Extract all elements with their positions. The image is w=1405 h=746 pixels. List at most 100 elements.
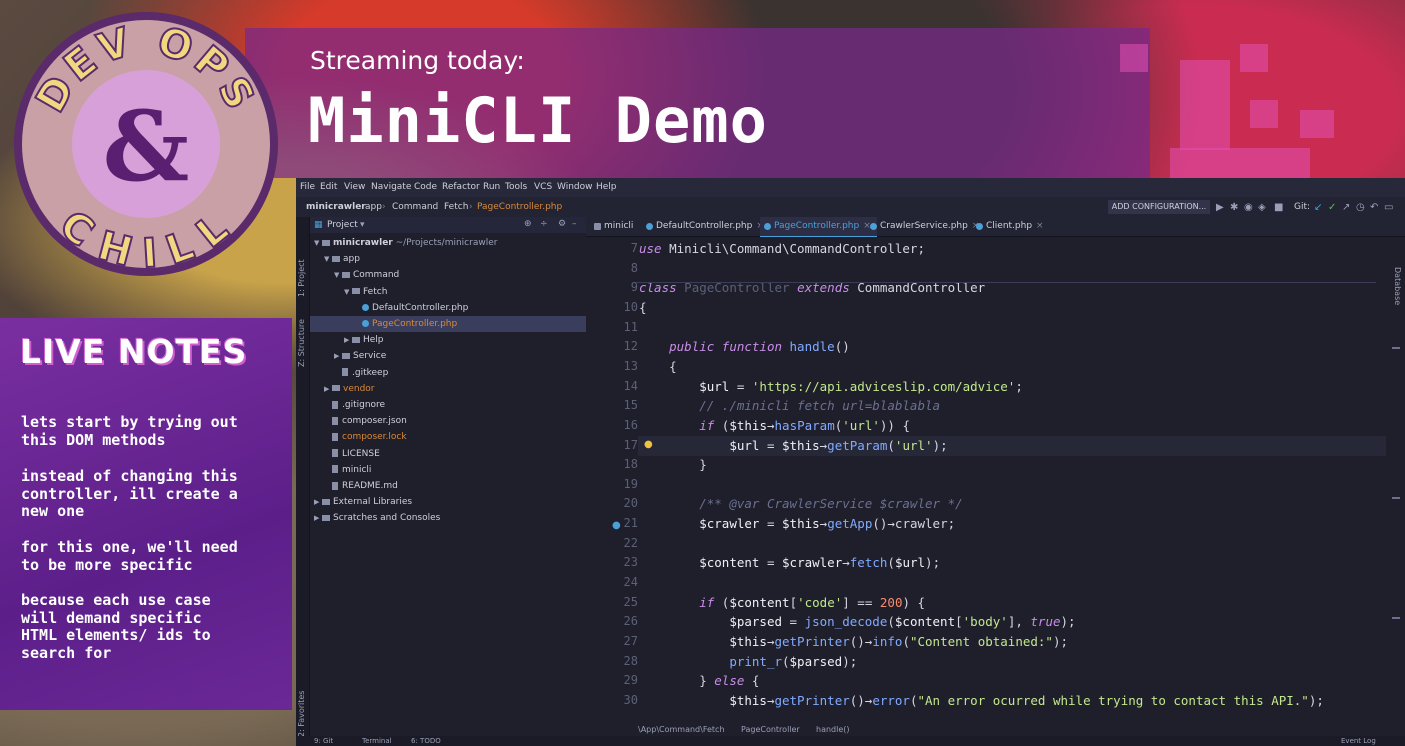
git-update-icon[interactable]: ↙ xyxy=(1314,202,1322,213)
tree-item[interactable]: minicli xyxy=(310,462,586,478)
lightbulb-icon[interactable]: ● xyxy=(644,439,653,450)
add-configuration-button[interactable]: ADD CONFIGURATION... xyxy=(1108,200,1210,214)
code-line[interactable]: /** @var CrawlerService $crawler */ xyxy=(639,496,962,511)
nav-crumb-fetch[interactable]: Fetch xyxy=(444,202,468,212)
locate-icon[interactable]: ⊕ xyxy=(524,219,532,229)
menu-tools[interactable]: Tools xyxy=(505,182,527,192)
code-line[interactable]: $url = 'https://api.adviceslip.com/advic… xyxy=(639,379,1023,394)
hide-icon[interactable]: – xyxy=(572,219,577,229)
chevron-right-icon[interactable]: ▶ xyxy=(334,348,342,364)
chevron-right-icon[interactable]: ▶ xyxy=(314,510,322,526)
code-crumb-namespace[interactable]: \App\Command\Fetch xyxy=(638,725,725,734)
menu-run[interactable]: Run xyxy=(483,182,500,192)
tree-item[interactable]: LICENSE xyxy=(310,446,586,462)
code-line[interactable]: { xyxy=(639,359,677,374)
code-line[interactable]: $this→getPrinter()→error("An error ocurr… xyxy=(639,693,1324,708)
code-line[interactable]: $parsed = json_decode($content['body'], … xyxy=(639,614,1075,629)
close-icon[interactable]: × xyxy=(1036,221,1044,231)
menu-file[interactable]: File xyxy=(300,182,315,192)
code-line[interactable]: use Minicli\Command\CommandController; xyxy=(639,241,925,256)
coverage-icon[interactable]: ◉ xyxy=(1244,202,1253,213)
tree-item[interactable]: ▼ Command xyxy=(310,267,586,283)
chevron-right-icon[interactable]: ▶ xyxy=(314,494,322,510)
collapse-icon[interactable]: ÷ xyxy=(540,219,548,229)
code-crumb-method[interactable]: handle() xyxy=(816,725,850,734)
tree-item[interactable]: ▶ vendor xyxy=(310,381,586,397)
tab-page-controller[interactable]: PageController.php × xyxy=(760,217,877,238)
favorites-tool-tab[interactable]: 2: Favorites xyxy=(297,691,306,737)
project-tool-tab[interactable]: 1: Project xyxy=(297,259,306,297)
code-line[interactable]: print_r($parsed); xyxy=(639,654,857,669)
menu-refactor[interactable]: Refactor xyxy=(442,182,480,192)
code-line[interactable]: $crawler = $this→getApp()→crawler; xyxy=(639,516,955,531)
code-line[interactable]: } xyxy=(639,457,707,472)
nav-crumb-app[interactable]: app xyxy=(365,202,382,212)
tab-default-controller[interactable]: DefaultController.php× xyxy=(642,217,764,236)
menu-edit[interactable]: Edit xyxy=(320,182,337,192)
tree-item[interactable]: PageController.php xyxy=(310,316,586,332)
tree-item[interactable]: ▼ Fetch xyxy=(310,284,586,300)
event-log-tab[interactable]: Event Log xyxy=(1341,737,1376,745)
code-line[interactable]: $this→getPrinter()→info("Content obtaine… xyxy=(639,634,1068,649)
nav-crumb-file[interactable]: PageController.php xyxy=(477,202,562,212)
git-push-icon[interactable]: ↗ xyxy=(1342,202,1350,213)
tab-client[interactable]: Client.php × xyxy=(972,217,1044,236)
tree-item[interactable]: composer.json xyxy=(310,413,586,429)
menu-code[interactable]: Code xyxy=(414,182,437,192)
chevron-right-icon[interactable]: ▶ xyxy=(344,332,352,348)
window-icon[interactable]: ▭ xyxy=(1384,202,1393,213)
stop-icon[interactable]: ■ xyxy=(1274,202,1283,213)
terminal-tool-tab[interactable]: Terminal xyxy=(362,737,392,745)
code-line[interactable]: $url = $this→getParam('url'); xyxy=(639,438,947,453)
project-panel-title[interactable]: Project xyxy=(327,220,358,230)
tab-minicli[interactable]: minicli xyxy=(590,217,633,236)
code-line[interactable]: public function handle() xyxy=(639,339,850,354)
debug-icon[interactable]: ✱ xyxy=(1230,202,1238,213)
history-icon[interactable]: ◷ xyxy=(1356,202,1365,213)
gear-icon[interactable]: ⚙ xyxy=(558,219,566,229)
tree-item-label: Fetch xyxy=(363,286,388,297)
rollback-icon[interactable]: ↶ xyxy=(1370,202,1378,213)
code-editor[interactable]: 7 8 9 10 11 12 13 14 15 16 17 18 19 20 21 22 23 24 25 26 27 2… xyxy=(586,237,1405,727)
tree-item[interactable]: ▶ External Libraries xyxy=(310,494,586,510)
implements-icon[interactable]: ● xyxy=(612,520,621,531)
code-crumb-class[interactable]: PageController xyxy=(741,725,800,734)
chevron-down-icon[interactable]: ▼ xyxy=(324,251,332,267)
tree-item[interactable]: ▼ minicrawler ~/Projects/minicrawler xyxy=(310,235,586,251)
nav-crumb-command[interactable]: Command xyxy=(392,202,438,212)
chevron-down-icon[interactable]: ▾ xyxy=(360,220,365,230)
chevron-down-icon[interactable]: ▼ xyxy=(334,267,342,283)
menu-window[interactable]: Window xyxy=(557,182,593,192)
database-tool-tab[interactable]: Database xyxy=(1393,267,1402,305)
code-line[interactable]: if ($content['code'] == 200) { xyxy=(639,595,925,610)
run-icon[interactable]: ▶ xyxy=(1216,202,1224,213)
code-line[interactable]: { xyxy=(639,300,647,315)
menu-vcs[interactable]: VCS xyxy=(534,182,552,192)
tree-item[interactable]: composer.lock xyxy=(310,429,586,445)
tree-item[interactable]: ▶ Service xyxy=(310,348,586,364)
git-tool-tab[interactable]: 9: Git xyxy=(314,737,333,745)
profile-icon[interactable]: ◈ xyxy=(1258,202,1266,213)
tab-crawler-service[interactable]: CrawlerService.php × xyxy=(866,217,979,236)
menu-help[interactable]: Help xyxy=(596,182,617,192)
tree-item[interactable]: README.md xyxy=(310,478,586,494)
chevron-down-icon[interactable]: ▼ xyxy=(344,284,352,300)
code-line[interactable]: // ./minicli fetch url=blablabla xyxy=(639,398,940,413)
menu-navigate[interactable]: Navigate xyxy=(371,182,411,192)
tree-item[interactable]: ▶ Scratches and Consoles xyxy=(310,510,586,526)
code-line[interactable]: if ($this→hasParam('url')) { xyxy=(639,418,910,433)
git-commit-icon[interactable]: ✓ xyxy=(1328,202,1336,213)
code-line[interactable]: $content = $crawler→fetch($url); xyxy=(639,555,940,570)
tree-item[interactable]: ▼ app xyxy=(310,251,586,267)
structure-tool-tab[interactable]: Z: Structure xyxy=(297,319,306,367)
tree-item[interactable]: .gitkeep xyxy=(310,365,586,381)
todo-tool-tab[interactable]: 6: TODO xyxy=(411,737,441,745)
tree-item[interactable]: .gitignore xyxy=(310,397,586,413)
note-4: because each use case will demand specif… xyxy=(21,591,211,662)
tree-item[interactable]: DefaultController.php xyxy=(310,300,586,316)
chevron-down-icon[interactable]: ▼ xyxy=(314,235,322,251)
code-line[interactable]: } else { xyxy=(639,673,759,688)
tree-item[interactable]: ▶ Help xyxy=(310,332,586,348)
chevron-right-icon[interactable]: ▶ xyxy=(324,381,332,397)
menu-view[interactable]: View xyxy=(344,182,365,192)
